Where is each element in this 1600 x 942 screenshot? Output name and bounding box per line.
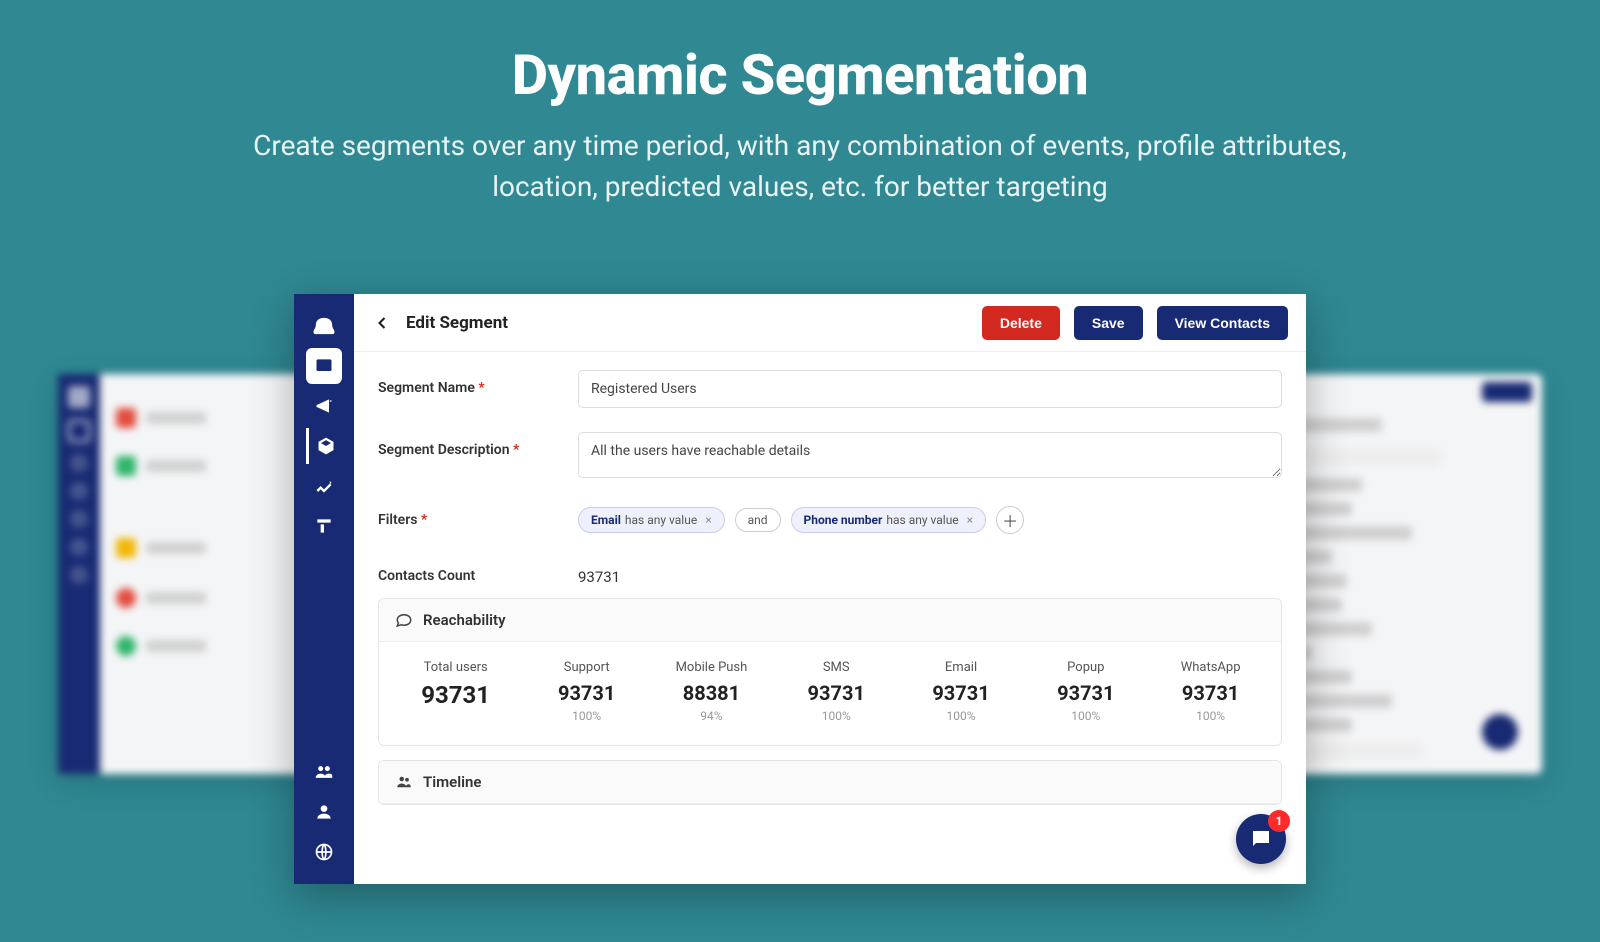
nav-team-icon[interactable] — [306, 754, 342, 790]
add-filter-button[interactable]: ＋ — [996, 506, 1024, 534]
reach-channel: SMS 93731 100% — [774, 656, 899, 727]
reach-channel: Popup 93731 100% — [1023, 656, 1148, 727]
timeline-panel: Timeline — [378, 760, 1282, 805]
contacts-count-label: Contacts Count — [378, 558, 578, 584]
chat-fab[interactable]: 1 — [1236, 814, 1286, 864]
logo-icon[interactable] — [306, 308, 342, 344]
back-arrow-icon[interactable] — [372, 313, 392, 333]
hero-subtitle: Create segments over any time period, wi… — [200, 126, 1400, 207]
view-contacts-button[interactable]: View Contacts — [1157, 306, 1288, 340]
nav-analytics-icon[interactable] — [306, 468, 342, 504]
nav-segments-icon[interactable] — [306, 428, 342, 464]
reachability-header: Reachability — [379, 599, 1281, 642]
reach-channel: Support 93731 100% — [524, 656, 649, 727]
background-card-left — [58, 374, 318, 774]
users-icon — [395, 773, 413, 791]
segment-description-label: Segment Description * — [378, 432, 578, 458]
nav-campaigns-icon[interactable] — [306, 388, 342, 424]
timeline-header: Timeline — [379, 761, 1281, 804]
filter-and-pill: and — [735, 508, 781, 532]
page-title: Edit Segment — [406, 313, 508, 333]
remove-filter-icon[interactable]: × — [705, 513, 711, 527]
remove-filter-icon[interactable]: × — [967, 513, 973, 527]
app-window: Edit Segment Delete Save View Contacts S… — [294, 294, 1306, 884]
nav-brush-icon[interactable] — [306, 508, 342, 544]
hero-title: Dynamic Segmentation — [0, 42, 1600, 108]
segment-name-input[interactable] — [578, 370, 1282, 408]
reach-channel: WhatsApp 93731 100% — [1148, 656, 1273, 727]
save-button[interactable]: Save — [1074, 306, 1143, 340]
reach-channel: Mobile Push 88381 94% — [649, 656, 774, 727]
filters-body: Email has any value × and Phone number h… — [578, 502, 1282, 534]
reach-total: Total users 93731 — [387, 656, 524, 727]
background-card-right — [1282, 374, 1542, 774]
main-pane: Edit Segment Delete Save View Contacts S… — [354, 294, 1306, 884]
chat-bubble-icon — [395, 611, 413, 629]
reachability-grid: Total users 93731 Support 93731 100% Mob… — [379, 642, 1281, 745]
contacts-count-value: 93731 — [578, 558, 620, 586]
filter-chip[interactable]: Phone number has any value × — [791, 507, 987, 533]
topbar: Edit Segment Delete Save View Contacts — [354, 294, 1306, 352]
chat-badge: 1 — [1268, 810, 1290, 832]
delete-button[interactable]: Delete — [982, 306, 1060, 340]
filters-label: Filters * — [378, 502, 578, 528]
nav-dashboard-icon[interactable] — [306, 348, 342, 384]
segment-description-input[interactable]: All the users have reachable details — [578, 432, 1282, 478]
nav-profile-icon[interactable] — [306, 794, 342, 830]
filter-chip[interactable]: Email has any value × — [578, 507, 725, 533]
chat-icon — [1249, 827, 1273, 851]
reachability-panel: Reachability Total users 93731 Support 9… — [378, 598, 1282, 746]
reach-channel: Email 93731 100% — [899, 656, 1024, 727]
nav-globe-icon[interactable] — [306, 834, 342, 870]
sidebar — [294, 294, 354, 884]
segment-name-label: Segment Name * — [378, 370, 578, 396]
